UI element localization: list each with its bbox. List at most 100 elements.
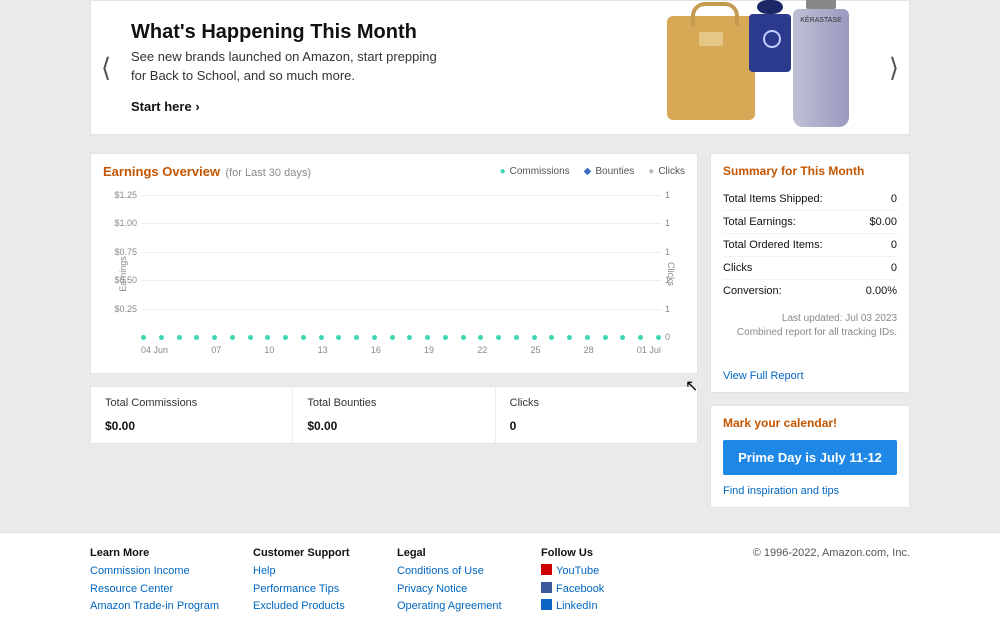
footer-link[interactable]: Amazon Trade-in Program (90, 598, 219, 616)
tube-brand-label: KÉRASTASE (800, 17, 842, 24)
chart-point (496, 335, 501, 340)
footer-copyright: © 1996-2022, Amazon.com, Inc. (753, 547, 910, 616)
summary-row-label: Total Earnings: (723, 216, 796, 228)
stat-clicks: Clicks 0 (496, 387, 697, 443)
stat-bounties-label: Total Bounties (307, 397, 480, 409)
chart-point (407, 335, 412, 340)
promo-banner: ⟨ What's Happening This Month See new br… (90, 0, 910, 135)
earnings-title: Earnings Overview (103, 164, 220, 179)
chart-point (372, 335, 377, 340)
prime-day-button[interactable]: Prime Day is July 11-12 (723, 440, 897, 475)
linkedin-icon (541, 599, 552, 610)
y-right-tick: 1 (665, 304, 681, 314)
x-tick: 07 (211, 345, 221, 355)
stat-clicks-label: Clicks (510, 397, 683, 409)
page-footer: Learn More Commission IncomeResource Cent… (90, 533, 910, 622)
carousel-next-icon[interactable]: ⟩ (889, 52, 899, 83)
footer-link[interactable]: Operating Agreement (397, 598, 507, 616)
facebook-icon (541, 582, 552, 593)
x-tick: 22 (477, 345, 487, 355)
chart-point (265, 335, 270, 340)
product-tube-icon: KÉRASTASE (793, 9, 849, 127)
footer-link[interactable]: LinkedIn (541, 598, 651, 616)
view-full-report-link[interactable]: View Full Report (723, 370, 804, 382)
footer-link[interactable]: Commission Income (90, 563, 219, 581)
x-tick: 19 (424, 345, 434, 355)
summary-row: Total Items Shipped:0 (723, 188, 897, 211)
summary-title: Summary for This Month (723, 164, 897, 178)
banner-subtitle: See new brands launched on Amazon, start… (131, 48, 451, 84)
y-left-tick: $1.00 (107, 218, 137, 228)
footer-col-head: Follow Us (541, 547, 651, 559)
chart-point (248, 335, 253, 340)
stats-card: Total Commissions $0.00 Total Bounties $… (90, 386, 698, 444)
y-right-tick: 1 (665, 190, 681, 200)
y-right-tick: 1 (665, 218, 681, 228)
footer-col: Learn More Commission IncomeResource Cent… (90, 547, 219, 616)
footer-col-head: Customer Support (253, 547, 363, 559)
footer-col: Legal Conditions of UsePrivacy NoticeOper… (397, 547, 507, 616)
x-tick: 25 (530, 345, 540, 355)
chart-point (603, 335, 608, 340)
inspiration-link[interactable]: Find inspiration and tips (723, 485, 839, 497)
chart-point (354, 335, 359, 340)
footer-link[interactable]: Performance Tips (253, 581, 363, 599)
footer-link[interactable]: Facebook (541, 581, 651, 599)
footer-col-head: Legal (397, 547, 507, 559)
chart-point (425, 335, 430, 340)
y-right-tick: 1 (665, 275, 681, 285)
youtube-icon (541, 564, 552, 575)
legend-bounties: Bounties (584, 166, 635, 177)
footer-link[interactable]: YouTube (541, 563, 651, 581)
carousel-prev-icon[interactable]: ⟨ (101, 52, 111, 83)
earnings-period: (for Last 30 days) (225, 167, 311, 179)
y-left-tick: $1.25 (107, 190, 137, 200)
footer-col: Follow Us YouTubeFacebookLinkedIn (541, 547, 651, 616)
y-left-tick: $0.50 (107, 275, 137, 285)
summary-meta-updated: Last updated: Jul 03 2023 (723, 312, 897, 326)
banner-product-images: KÉRASTASE (667, 9, 849, 127)
footer-link[interactable]: Resource Center (90, 581, 219, 599)
footer-link[interactable]: Excluded Products (253, 598, 363, 616)
chart-point (141, 335, 146, 340)
footer-col-head: Learn More (90, 547, 219, 559)
y-left-tick: $0.25 (107, 304, 137, 314)
footer-link[interactable]: Privacy Notice (397, 581, 507, 599)
stat-clicks-value: 0 (510, 419, 683, 433)
y-axis-left-title: Earnings (118, 256, 128, 292)
calendar-card: Mark your calendar! Prime Day is July 11… (710, 405, 910, 508)
summary-row-value: 0 (891, 262, 897, 274)
chart-point (461, 335, 466, 340)
y-left-tick: $0.75 (107, 247, 137, 257)
stat-bounties-value: $0.00 (307, 419, 480, 433)
product-perfume-icon (749, 14, 791, 72)
chart-point (194, 335, 199, 340)
summary-row: Total Ordered Items:0 (723, 234, 897, 257)
summary-meta-combined: Combined report for all tracking IDs. (723, 326, 897, 340)
footer-link[interactable]: Conditions of Use (397, 563, 507, 581)
chart-point (319, 335, 324, 340)
legend-clicks: Clicks (648, 166, 685, 177)
banner-title: What's Happening This Month (131, 21, 647, 44)
summary-row-label: Total Ordered Items: (723, 239, 823, 251)
summary-row-label: Conversion: (723, 285, 782, 297)
chart-legend: Commissions Bounties Clicks (500, 166, 685, 177)
chart-point (620, 335, 625, 340)
chart-point (585, 335, 590, 340)
chart-point (230, 335, 235, 340)
x-tick: 04 Jun (141, 345, 168, 355)
chart-point (301, 335, 306, 340)
chart-point (567, 335, 572, 340)
chart-point (478, 335, 483, 340)
legend-commissions: Commissions (500, 166, 570, 177)
chart-point (514, 335, 519, 340)
chart-point (212, 335, 217, 340)
banner-cta-link[interactable]: Start here (131, 99, 200, 114)
footer-link[interactable]: Help (253, 563, 363, 581)
summary-row: Conversion:0.00% (723, 280, 897, 302)
chart-point (656, 335, 661, 340)
chart-point (532, 335, 537, 340)
x-tick: 13 (318, 345, 328, 355)
chart-point (549, 335, 554, 340)
earnings-overview-card: Earnings Overview (for Last 30 days) Com… (90, 153, 698, 374)
